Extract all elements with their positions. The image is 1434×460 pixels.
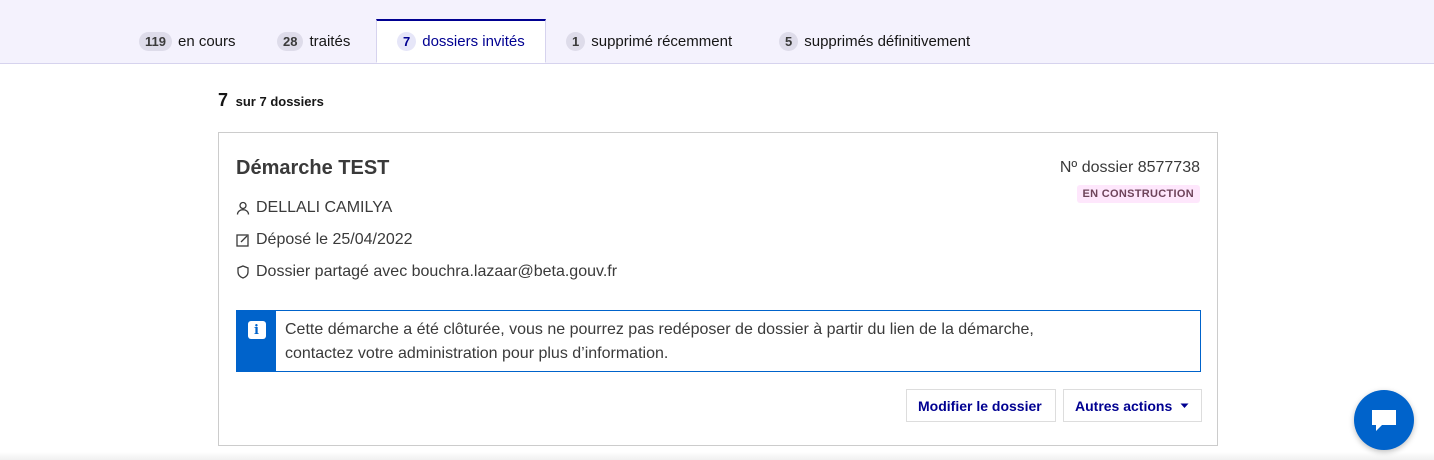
- info-notice: i Cette démarche a été clôturée, vous ne…: [236, 310, 1201, 372]
- tab-count: 28: [277, 32, 304, 51]
- dossier-shared: Dossier partagé avec bouchra.lazaar@beta…: [236, 263, 617, 281]
- tab-count: 1: [566, 32, 586, 51]
- dossier-deposited-date: Déposé le 25/04/2022: [256, 231, 413, 248]
- tab-count: 119: [139, 32, 172, 51]
- tab-label: supprimés définitivement: [804, 33, 971, 50]
- results-count: 7 sur 7 dossiers: [218, 90, 324, 111]
- status-badge: EN CONSTRUCTION: [1076, 185, 1200, 203]
- tab-supprimes-definitivement[interactable]: 5 supprimés définitivement: [779, 20, 970, 63]
- dossier-card: Démarche TEST Nº dossier 8577738 EN CONS…: [218, 132, 1218, 446]
- other-actions-button[interactable]: Autres actions: [1063, 389, 1202, 422]
- chat-button[interactable]: [1354, 390, 1414, 450]
- dossier-shared-with: Dossier partagé avec bouchra.lazaar@beta…: [256, 263, 618, 280]
- edit-calendar-icon: [236, 233, 250, 247]
- tab-bar: 119 en cours 28 traités 7 dossiers invit…: [0, 0, 1434, 64]
- dossier-number: Nº dossier 8577738: [1059, 159, 1200, 176]
- info-notice-line: contactez votre administration pour plus…: [285, 345, 669, 362]
- caret-down-icon: [1180, 403, 1189, 409]
- dossier-user-name: DELLALI CAMILYA: [256, 199, 393, 216]
- results-text: sur 7 dossiers: [235, 94, 324, 109]
- dossier-deposited: Déposé le 25/04/2022: [236, 231, 413, 249]
- tab-count: 7: [397, 32, 417, 51]
- tab-label: en cours: [177, 33, 236, 50]
- tab-supprime-recemment[interactable]: 1 supprimé récemment: [566, 20, 732, 63]
- info-notice-bar: i: [237, 311, 276, 371]
- user-icon: [236, 201, 250, 215]
- tab-label: traités: [309, 33, 351, 50]
- info-icon: i: [247, 321, 266, 339]
- tab-dossiers-invites[interactable]: 7 dossiers invités: [376, 19, 546, 63]
- info-notice-line: Cette démarche a été clôturée, vous ne p…: [285, 321, 1034, 338]
- tab-en-cours[interactable]: 119 en cours: [139, 20, 236, 63]
- info-notice-text: Cette démarche a été clôturée, vous ne p…: [276, 311, 1185, 371]
- dossier-title: Démarche TEST: [236, 157, 390, 179]
- tab-label: dossiers invités: [422, 33, 525, 50]
- shield-icon: [236, 265, 250, 279]
- edit-dossier-label: Modifier le dossier: [918, 397, 1042, 414]
- results-number: 7: [218, 90, 229, 110]
- tab-traites[interactable]: 28 traités: [277, 20, 350, 63]
- tab-count: 5: [779, 32, 799, 51]
- bottom-shadow: [0, 452, 1434, 460]
- tab-label: supprimé récemment: [591, 33, 733, 50]
- other-actions-label: Autres actions: [1075, 397, 1173, 414]
- chat-bubble-icon: [1370, 407, 1398, 433]
- edit-dossier-button[interactable]: Modifier le dossier: [906, 389, 1056, 422]
- dossier-user: DELLALI CAMILYA: [236, 199, 392, 217]
